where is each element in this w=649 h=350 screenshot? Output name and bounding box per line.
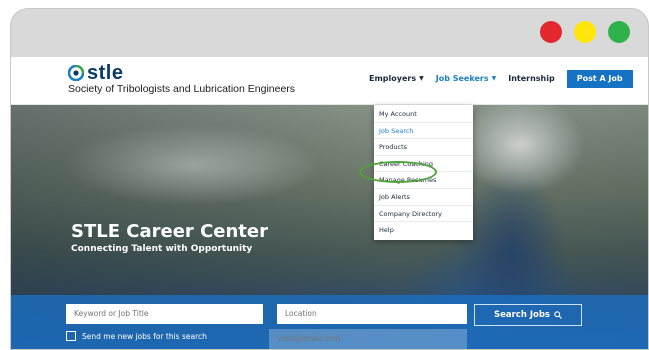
hero-banner: STLE Career Center Connecting Talent wit… xyxy=(11,105,648,349)
main-nav: Employers ▼ Job Seekers ▼ Internship Pos… xyxy=(369,70,633,88)
close-window-button[interactable] xyxy=(540,21,562,43)
chevron-down-icon: ▼ xyxy=(491,75,497,82)
job-alert-checkbox[interactable] xyxy=(66,331,76,341)
nav-employers-label: Employers xyxy=(369,74,417,83)
menu-item-job-alerts[interactable]: Job Alerts xyxy=(374,189,473,206)
maximize-window-button[interactable] xyxy=(608,21,630,43)
menu-item-my-account[interactable]: My Account xyxy=(374,106,473,123)
search-jobs-button[interactable]: Search Jobs xyxy=(474,304,582,326)
job-alert-option: Send me new jobs for this search xyxy=(66,331,207,341)
menu-item-products[interactable]: Products xyxy=(374,139,473,156)
job-alert-label: Send me new jobs for this search xyxy=(82,331,207,341)
chevron-down-icon: ▼ xyxy=(419,75,424,82)
logo-tagline: Society of Tribologists and Lubrication … xyxy=(68,83,296,95)
nav-internship[interactable]: Internship xyxy=(508,70,555,88)
search-jobs-label: Search Jobs xyxy=(493,310,550,320)
nav-employers[interactable]: Employers ▼ xyxy=(369,70,424,88)
menu-item-company-directory[interactable]: Company Directory xyxy=(374,206,473,223)
stle-logo-icon xyxy=(68,65,84,81)
minimize-window-button[interactable] xyxy=(574,21,596,43)
post-a-job-button[interactable]: Post A Job xyxy=(566,70,633,88)
window-controls xyxy=(540,21,630,43)
hero-title: STLE Career Center xyxy=(71,221,268,242)
highlight-circle xyxy=(359,161,437,183)
hero-subtitle: Connecting Talent with Opportunity xyxy=(71,244,253,254)
site-header: stle Society of Tribologists and Lubrica… xyxy=(11,57,648,105)
nav-job-seekers[interactable]: Job Seekers ▼ xyxy=(436,70,496,88)
logo-wordmark: stle xyxy=(87,62,124,84)
keyword-input[interactable] xyxy=(66,304,263,324)
job-search-bar: Search Jobs Send me new jobs for this se… xyxy=(11,295,648,349)
email-field[interactable] xyxy=(269,329,467,349)
nav-job-seekers-label: Job Seekers xyxy=(435,74,489,83)
menu-item-job-search[interactable]: Job Search xyxy=(374,123,473,140)
location-input[interactable] xyxy=(277,304,467,324)
browser-window: stle Society of Tribologists and Lubrica… xyxy=(10,8,649,350)
search-icon xyxy=(554,311,562,319)
website: stle Society of Tribologists and Lubrica… xyxy=(11,57,648,349)
menu-item-help[interactable]: Help xyxy=(374,222,473,239)
stle-logo[interactable]: stle Society of Tribologists and Lubrica… xyxy=(68,62,296,95)
